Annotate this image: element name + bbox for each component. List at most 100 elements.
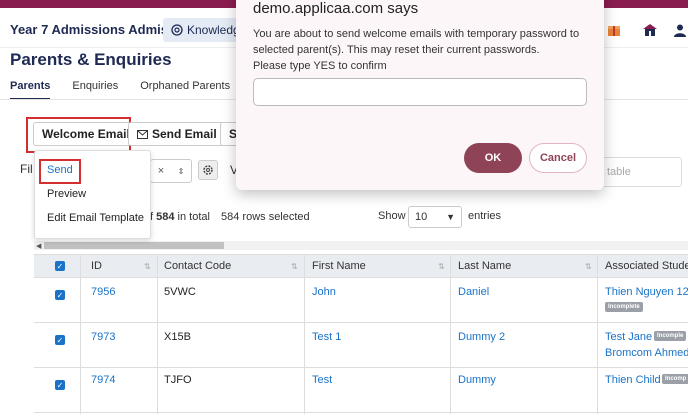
column-divider [80, 278, 81, 323]
gear-icon [203, 165, 213, 175]
column-divider [597, 368, 598, 413]
column-divider [597, 255, 598, 279]
cancel-button[interactable]: Cancel [529, 143, 587, 173]
row-last-name[interactable]: Daniel [458, 286, 489, 298]
gift-icon[interactable] [604, 20, 624, 40]
column-divider [80, 323, 81, 368]
row-contact-code: TJFO [164, 374, 192, 386]
page-title: Parents & Enquiries [10, 50, 172, 69]
row-associated-student[interactable]: Bromcom Ahmed [605, 347, 688, 359]
summary-total: 584 [156, 211, 175, 223]
row-id-link[interactable]: 7973 [91, 331, 115, 343]
row-first-name[interactable]: Test 1 [312, 331, 341, 343]
summary-suffix: in total [174, 211, 210, 223]
column-divider [450, 323, 451, 368]
column-divider [157, 323, 158, 368]
clear-icon[interactable]: × [158, 165, 164, 177]
table-row[interactable]: ✓ 7973 X15B Test 1 Dummy 2 Test Jane Inc… [34, 323, 688, 368]
table-row[interactable]: ✓ 7956 5VWC John Daniel Thien Nguyen 123… [34, 278, 688, 323]
column-divider [304, 323, 305, 368]
table-search-input[interactable]: table [598, 157, 682, 187]
sort-icon[interactable]: ⇅ [585, 262, 592, 271]
column-divider [80, 368, 81, 413]
user-avatar-icon[interactable] [670, 20, 688, 40]
chevron-down-icon: ▼ [446, 212, 455, 222]
column-divider [597, 278, 598, 323]
scrollbar-thumb[interactable] [44, 242, 224, 249]
status-badge: Incomplete [605, 302, 643, 312]
entries-label: entries [468, 210, 502, 222]
page-size-value: 10 [415, 211, 428, 223]
menu-item-edit-email-template[interactable]: Edit Email Template [47, 212, 144, 224]
column-header-contact-code[interactable]: Contact Code [164, 260, 231, 272]
highlight-send [39, 159, 81, 184]
app-title: Year 7 Admissions Admis... [10, 22, 179, 37]
show-label: Show [378, 210, 406, 222]
table-header-row: ✓ ID ⇅ Contact Code ⇅ First Name ⇅ Last … [34, 254, 688, 279]
row-checkbox[interactable]: ✓ [55, 380, 65, 390]
sort-icon[interactable]: ⇅ [144, 262, 151, 271]
menu-item-preview[interactable]: Preview [47, 188, 86, 200]
column-divider [157, 255, 158, 279]
dialog-message-line: selected parent(s). This may reset their… [253, 44, 540, 56]
column-divider [304, 255, 305, 279]
tab-orphaned-parents[interactable]: Orphaned Parents [140, 80, 230, 100]
column-divider [157, 368, 158, 413]
page-size-select[interactable]: 10 ▼ [408, 206, 462, 228]
sort-icon[interactable]: ⇅ [438, 262, 445, 271]
dialog-message-line: You are about to send welcome emails wit… [253, 28, 580, 40]
sort-icon[interactable]: ⇅ [291, 262, 298, 271]
row-first-name[interactable]: Test [312, 374, 332, 386]
send-email-label: Send Email [152, 127, 217, 141]
confirm-dialog: demo.applicaa.com says You are about to … [236, 0, 604, 190]
confirm-text-input[interactable] [253, 78, 587, 106]
tab-enquiries[interactable]: Enquiries [72, 80, 118, 100]
column-divider [450, 278, 451, 323]
row-checkbox[interactable]: ✓ [55, 290, 65, 300]
row-associated-student[interactable]: Thien Nguyen 123 [605, 286, 688, 298]
ok-button[interactable]: OK [464, 143, 522, 173]
table-row[interactable]: ✓ 7974 TJFO Test Dummy Thien Child Incom… [34, 368, 688, 413]
row-id-link[interactable]: 7956 [91, 286, 115, 298]
dialog-title: demo.applicaa.com says [253, 0, 419, 17]
row-associated-student[interactable]: Test Jane [605, 331, 652, 343]
row-last-name[interactable]: Dummy [458, 374, 496, 386]
column-divider [157, 278, 158, 323]
select-all-checkbox[interactable]: ✓ [55, 261, 65, 271]
column-divider [450, 255, 451, 279]
filter-label: Fil [20, 162, 33, 176]
rows-selected-text: 584 rows selected [221, 211, 310, 223]
envelope-icon [137, 129, 148, 139]
row-last-name[interactable]: Dummy 2 [458, 331, 505, 343]
row-contact-code: X15B [164, 331, 191, 343]
column-divider [450, 368, 451, 413]
highlight-welcome-email [26, 117, 131, 153]
rows-summary: f 584 in total [150, 211, 210, 223]
column-divider [304, 368, 305, 413]
send-email-button[interactable]: Send Email [128, 122, 226, 146]
column-header-associated-students[interactable]: Associated Stude [605, 260, 688, 272]
row-checkbox[interactable]: ✓ [55, 335, 65, 345]
status-badge: Incomple [654, 331, 687, 341]
row-contact-code: 5VWC [164, 286, 196, 298]
filter-select[interactable]: × ⇕ [150, 159, 192, 183]
help-circle-icon [171, 24, 183, 36]
status-badge: Incomp [662, 374, 688, 384]
column-divider [597, 323, 598, 368]
column-divider [80, 255, 81, 279]
filter-settings-button[interactable] [198, 160, 218, 180]
row-associated-student[interactable]: Thien Child [605, 374, 661, 386]
school-icon[interactable] [640, 20, 660, 40]
column-header-last-name[interactable]: Last Name [458, 260, 511, 272]
dialog-message-line: Please type YES to confirm [253, 60, 387, 72]
stepper-icon: ⇕ [177, 166, 185, 176]
dialog-message: You are about to send welcome emails wit… [253, 26, 583, 74]
column-header-id[interactable]: ID [91, 260, 102, 272]
tab-parents[interactable]: Parents [10, 80, 51, 100]
row-first-name[interactable]: John [312, 286, 336, 298]
row-id-link[interactable]: 7974 [91, 374, 115, 386]
page-tabs: Parents Enquiries Orphaned Parents [10, 80, 230, 100]
column-header-first-name[interactable]: First Name [312, 260, 366, 272]
column-divider [304, 278, 305, 323]
scroll-left-arrow-icon[interactable]: ◀ [36, 242, 41, 250]
